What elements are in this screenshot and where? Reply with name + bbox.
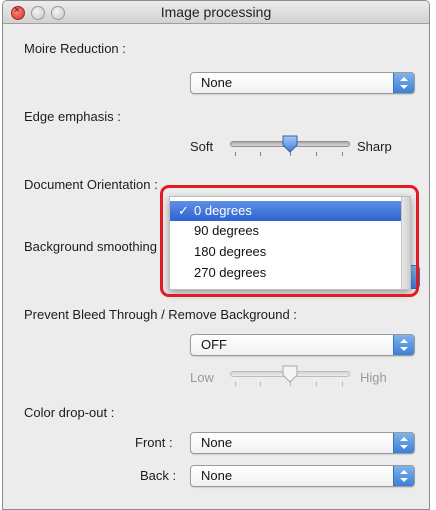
back-dropout-value: None [201, 468, 233, 483]
moire-reduction-select[interactable]: None [190, 72, 415, 94]
bleed-low-label: Low [190, 370, 214, 385]
popup-arrows-icon [393, 73, 414, 93]
popup-arrows-icon [393, 433, 414, 453]
color-dropout-label: Color drop-out : [24, 405, 115, 420]
front-dropout-value: None [201, 435, 233, 450]
back-dropout-select[interactable]: None [190, 465, 415, 487]
bleed-through-select[interactable]: OFF [190, 334, 415, 356]
moire-reduction-value: None [201, 75, 233, 90]
highlight-frame [160, 185, 419, 297]
edge-slider-knob[interactable] [282, 135, 298, 153]
background-smoothing-label: Background smoothing : [24, 239, 165, 254]
slider-tick [235, 382, 236, 386]
title-bar: × Image processing [3, 1, 429, 24]
slider-tick [342, 152, 343, 156]
bleed-high-label: High [360, 370, 387, 385]
slider-tick [316, 382, 317, 386]
bleed-through-value: OFF [201, 337, 227, 352]
document-orientation-label: Document Orientation : [24, 177, 158, 192]
slider-tick [260, 382, 261, 386]
bleed-slider-knob [282, 365, 298, 383]
slider-tick [260, 152, 261, 156]
slider-tick [316, 152, 317, 156]
moire-reduction-label: Moire Reduction : [24, 41, 126, 56]
slider-tick [235, 152, 236, 156]
popup-arrows-icon [393, 335, 414, 355]
slider-tick [342, 382, 343, 386]
back-label: Back : [140, 468, 177, 483]
popup-arrows-icon [393, 466, 414, 486]
front-label: Front : [135, 435, 173, 450]
edge-sharp-label: Sharp [357, 139, 392, 154]
window-title: Image processing [160, 4, 272, 20]
edge-soft-label: Soft [190, 139, 214, 154]
front-dropout-select[interactable]: None [190, 432, 415, 454]
edge-emphasis-label: Edge emphasis : [24, 109, 121, 124]
bleed-through-label: Prevent Bleed Through / Remove Backgroun… [24, 307, 297, 322]
